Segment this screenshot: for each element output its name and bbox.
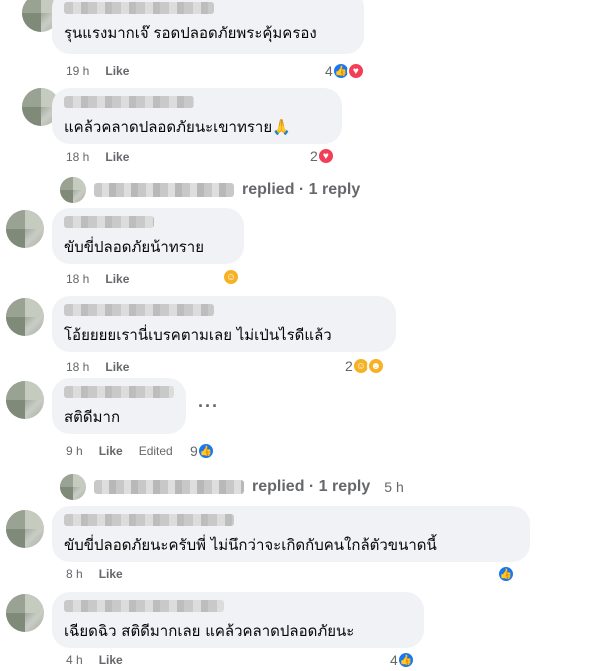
comment-meta: 19 h Like [66, 64, 129, 78]
reaction-summary[interactable]: ☺ [222, 268, 240, 286]
reaction-summary[interactable]: 2 ♥ [310, 147, 335, 165]
view-replies-link[interactable]: replied · 1 reply 5 h [60, 474, 404, 500]
comment-time[interactable]: 18 h [66, 150, 89, 164]
comment-meta: 18 h Like [66, 150, 129, 164]
view-replies-link[interactable]: replied · 1 reply [60, 177, 360, 203]
comment-bubble: โอ้ยยยยเรานี่เบรคตามเลย ไม่เป่นไรดีแล้ว [52, 296, 396, 352]
comment-text: แคล้วคลาดปลอดภัยนะเขาทราย🙏 [64, 118, 291, 136]
like-button[interactable]: Like [99, 653, 123, 667]
author-name-blurred[interactable] [64, 304, 214, 316]
comment-time[interactable]: 18 h [66, 272, 89, 286]
author-name-blurred[interactable] [64, 514, 234, 526]
comment-time[interactable]: 8 h [66, 567, 83, 581]
like-icon: 👍 [196, 442, 215, 460]
like-button[interactable]: Like [105, 272, 129, 286]
author-name-blurred[interactable] [64, 2, 214, 14]
like-icon: 👍 [396, 651, 415, 669]
love-icon: ♥ [316, 147, 335, 165]
like-button[interactable]: Like [105, 150, 129, 164]
like-icon: 👍 [497, 565, 515, 583]
like-button[interactable]: Like [105, 360, 129, 374]
comment-meta: 8 h Like [66, 567, 123, 581]
author-name-blurred[interactable] [64, 600, 224, 612]
more-options-icon[interactable]: ··· [198, 396, 219, 417]
reaction-summary[interactable]: 4 👍 ♥ [325, 62, 365, 80]
comment-bubble: ขับขี่ปลอดภัยน้าทราย [52, 208, 244, 264]
comment-meta: 18 h Like [66, 272, 129, 286]
comment-text: สติดีมาก [64, 408, 121, 426]
comment-bubble: สติดีมาก [52, 378, 186, 434]
comment-bubble: แคล้วคลาดปลอดภัยนะเขาทราย🙏 [52, 88, 342, 144]
author-name-blurred[interactable] [64, 96, 194, 108]
like-button[interactable]: Like [99, 567, 123, 581]
reaction-summary[interactable]: 9 👍 [190, 442, 215, 460]
comment-time[interactable]: 19 h [66, 64, 89, 78]
comment-meta: 18 h Like [66, 360, 129, 374]
comment-meta: 4 h Like [66, 653, 123, 667]
avatar[interactable] [6, 594, 44, 632]
like-button[interactable]: Like [105, 64, 129, 78]
author-name-blurred[interactable] [64, 386, 174, 398]
comment-time[interactable]: 9 h [66, 444, 83, 458]
replier-avatar [60, 474, 86, 500]
comment-text: รุนแรงมากเจ๊ รอดปลอดภัยพระคุ้มครอง [64, 24, 317, 42]
replier-name-blurred [94, 480, 244, 494]
love-icon: ♥ [346, 62, 365, 80]
comment-time[interactable]: 4 h [66, 653, 83, 667]
replies-label[interactable]: replied · 1 reply [242, 181, 360, 199]
replier-name-blurred [94, 183, 234, 197]
comment-text: ขับขี่ปลอดภัยนะครับพี่ ไม่นึกว่าจะเกิดกั… [64, 536, 437, 554]
replies-time[interactable]: 5 h [384, 479, 403, 495]
care-icon: ☺ [222, 268, 240, 286]
comment-time[interactable]: 18 h [66, 360, 89, 374]
comment-text: โอ้ยยยยเรานี่เบรคตามเลย ไม่เป่นไรดีแล้ว [64, 326, 332, 344]
avatar[interactable] [6, 298, 44, 336]
comment-bubble: ขับขี่ปลอดภัยนะครับพี่ ไม่นึกว่าจะเกิดกั… [52, 506, 530, 562]
author-name-blurred[interactable] [64, 216, 154, 228]
replies-label[interactable]: replied · 1 reply [252, 478, 370, 496]
edited-label: Edited [138, 444, 173, 458]
avatar[interactable] [6, 381, 44, 419]
comment-meta: 9 h Like Edited [66, 444, 173, 458]
reaction-summary[interactable]: 👍 [497, 565, 515, 583]
reaction-summary[interactable]: 2 ☺ ☻ [345, 357, 385, 375]
comment-bubble: รุนแรงมากเจ๊ รอดปลอดภัยพระคุ้มครอง [52, 0, 364, 54]
like-button[interactable]: Like [99, 444, 123, 458]
comment-text: เฉียดฉิว สติดีมากเลย แคล้วคลาดปลอดภัยนะ [64, 622, 355, 640]
avatar[interactable] [6, 510, 44, 548]
avatar[interactable] [6, 210, 44, 248]
reaction-summary[interactable]: 4 👍 [390, 651, 415, 669]
comment-text: ขับขี่ปลอดภัยน้าทราย [64, 238, 205, 256]
replier-avatar [60, 177, 86, 203]
haha-icon: ☻ [366, 357, 385, 375]
comment-bubble: เฉียดฉิว สติดีมากเลย แคล้วคลาดปลอดภัยนะ [52, 592, 424, 648]
